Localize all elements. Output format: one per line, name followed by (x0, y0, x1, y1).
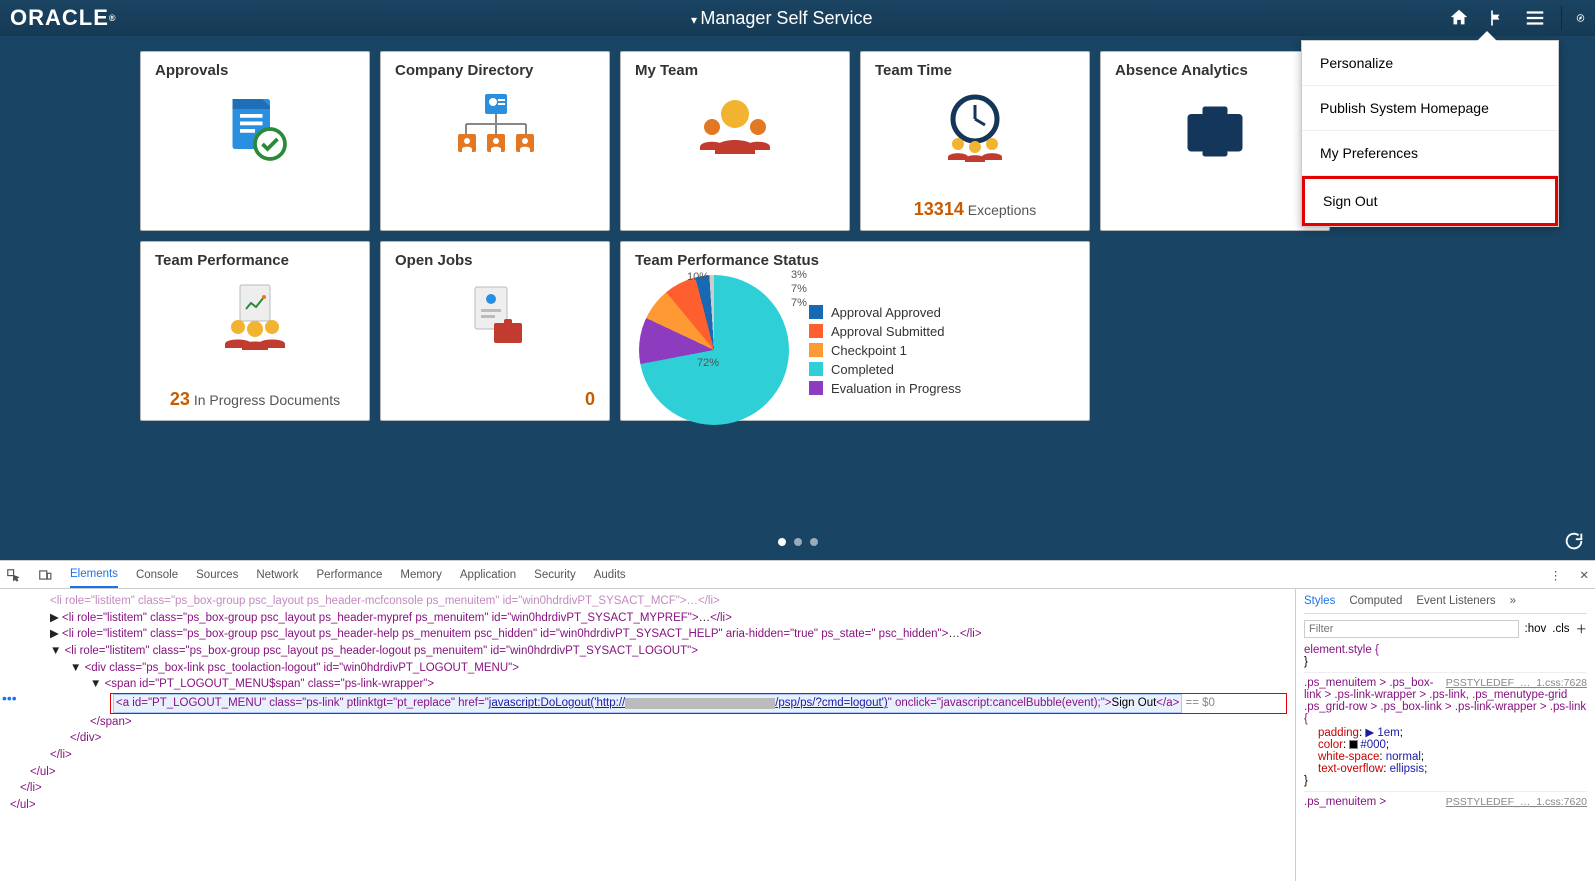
directory-icon (395, 79, 595, 179)
tab-console[interactable]: Console (136, 563, 178, 587)
page-title[interactable]: Manager Self Service (117, 8, 1447, 29)
tab-elements[interactable]: Elements (70, 562, 118, 588)
page-dots[interactable] (778, 538, 818, 546)
tab-performance[interactable]: Performance (317, 563, 383, 587)
styles-tab-more[interactable]: » (1510, 595, 1516, 607)
devtools-tabs: Elements Console Sources Network Perform… (0, 561, 1595, 589)
refresh-icon[interactable] (1563, 530, 1585, 552)
page-dot-1[interactable] (778, 538, 786, 546)
pie-label-completed: 72% (697, 357, 719, 369)
tile-my-team[interactable]: My Team (620, 51, 850, 231)
device-icon[interactable] (38, 568, 52, 582)
menu-sign-out[interactable]: Sign Out (1302, 176, 1558, 226)
page-dot-2[interactable] (794, 538, 802, 546)
home-icon[interactable] (1447, 6, 1471, 30)
application-area: ORACLE® Manager Self Service Personalize… (0, 0, 1595, 560)
tile-title: Open Jobs (395, 252, 595, 269)
style-rule-link: PSSTYLEDEF_…_1.css:7628 .ps_menuitem > .… (1304, 672, 1587, 787)
pie-label-checkpoint: 7% (791, 297, 807, 309)
tile-absence-analytics[interactable]: Absence Analytics (1100, 51, 1330, 231)
ellipsis-marker: ••• (2, 690, 17, 706)
tile-title: My Team (635, 62, 835, 79)
tile-open-jobs[interactable]: Open Jobs 0 (380, 241, 610, 421)
tile-team-performance-status[interactable]: Team Performance Status 72% 10% 3% 7% 7%… (620, 241, 1090, 421)
tile-stat: 0 (585, 389, 595, 410)
tile-stat: 23 In Progress Documents (141, 389, 369, 410)
actions-dropdown: Personalize Publish System Homepage My P… (1301, 40, 1559, 227)
navigator-icon[interactable] (1561, 6, 1585, 30)
pie-legend: Approval Approved Approval Submitted Che… (809, 301, 961, 400)
tile-approvals[interactable]: Approvals (140, 51, 370, 231)
tab-network[interactable]: Network (256, 563, 298, 587)
dom-tree[interactable]: <li role="listitem" class="ps_box-group … (0, 589, 1295, 881)
styles-tab-styles[interactable]: Styles (1304, 595, 1335, 607)
add-rule-icon[interactable]: ＋ (1576, 621, 1588, 637)
hamburger-menu-icon[interactable] (1523, 6, 1547, 30)
team-time-icon (875, 79, 1075, 179)
styles-tab-computed[interactable]: Computed (1349, 595, 1402, 607)
style-rule-truncated: PSSTYLEDEF_…_1.css:7620 .ps_menuitem > (1304, 791, 1587, 808)
styles-tab-listeners[interactable]: Event Listeners (1416, 595, 1495, 607)
tile-title: Team Time (875, 62, 1075, 79)
tab-sources[interactable]: Sources (196, 563, 238, 587)
absence-icon (1115, 79, 1315, 179)
menu-publish-homepage[interactable]: Publish System Homepage (1302, 86, 1558, 131)
approvals-icon (155, 79, 355, 179)
my-team-icon (635, 79, 835, 179)
menu-personalize[interactable]: Personalize (1302, 41, 1558, 86)
team-performance-icon (155, 269, 355, 369)
style-rule-element: element.style { } (1304, 644, 1587, 668)
tile-title: Team Performance Status (635, 252, 1075, 269)
rule-source-link[interactable]: PSSTYLEDEF_…_1.css:7620 (1446, 796, 1587, 808)
tab-memory[interactable]: Memory (400, 563, 442, 587)
menu-my-preferences[interactable]: My Preferences (1302, 131, 1558, 176)
tab-application[interactable]: Application (460, 563, 516, 587)
flag-icon[interactable] (1485, 6, 1509, 30)
tile-title: Approvals (155, 62, 355, 79)
page-dot-3[interactable] (810, 538, 818, 546)
header-icons (1447, 6, 1585, 30)
styles-filter-input[interactable] (1304, 620, 1519, 638)
tile-team-time[interactable]: Team Time 13314 Exceptions (860, 51, 1090, 231)
tile-company-directory[interactable]: Company Directory (380, 51, 610, 231)
tile-title: Company Directory (395, 62, 595, 79)
pie-chart (639, 275, 789, 425)
pie-label-approved: 3% (791, 269, 807, 281)
pie-label-evaluation: 10% (687, 271, 709, 283)
styles-panel: Styles Computed Event Listeners » :hov .… (1295, 589, 1595, 881)
header-bar: ORACLE® Manager Self Service (0, 0, 1595, 36)
rule-source-link[interactable]: PSSTYLEDEF_…_1.css:7628 (1446, 677, 1587, 689)
hov-toggle[interactable]: :hov (1525, 623, 1547, 635)
oracle-logo: ORACLE® (10, 5, 117, 31)
tile-title: Team Performance (155, 252, 355, 269)
devtools-close-icon[interactable]: ✕ (1579, 568, 1589, 582)
selected-node[interactable]: <a id="PT_LOGOUT_MENU" class="ps-link" p… (110, 693, 1287, 714)
tab-security[interactable]: Security (534, 563, 576, 587)
tab-audits[interactable]: Audits (594, 563, 626, 587)
tile-stat: 13314 Exceptions (861, 199, 1089, 220)
pie-label-submitted: 7% (791, 283, 807, 295)
devtools-more-icon[interactable]: ⋮ (1550, 568, 1562, 582)
devtools: Elements Console Sources Network Perform… (0, 560, 1595, 881)
open-jobs-icon (395, 269, 595, 369)
cls-toggle[interactable]: .cls (1552, 623, 1569, 635)
tile-title: Absence Analytics (1115, 62, 1315, 79)
inspect-icon[interactable] (6, 568, 20, 582)
tile-team-performance[interactable]: Team Performance 23 In Progress Document… (140, 241, 370, 421)
